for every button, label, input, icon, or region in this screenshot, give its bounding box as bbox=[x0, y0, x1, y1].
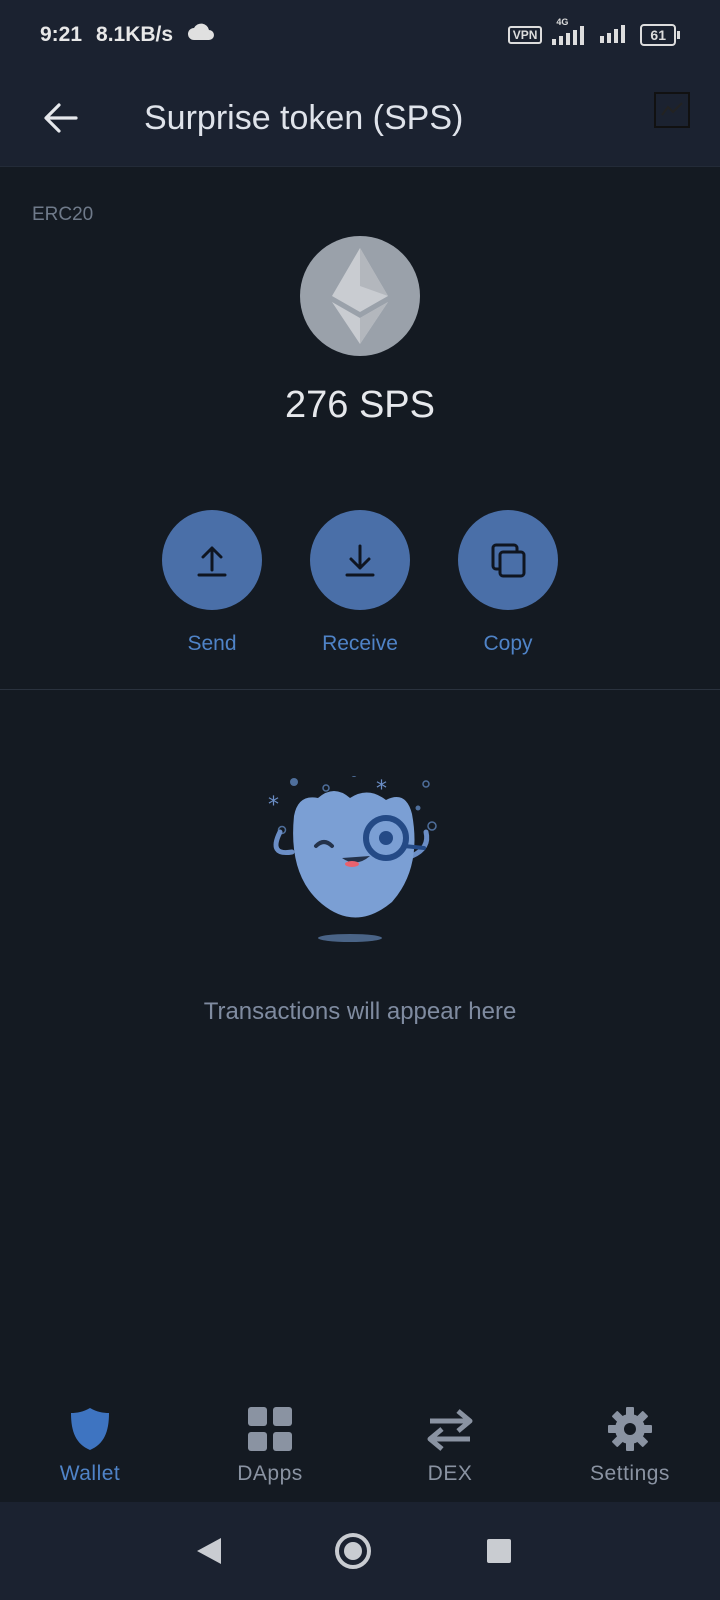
upload-icon bbox=[197, 546, 227, 577]
copy-icon bbox=[491, 543, 526, 578]
signal-icon bbox=[600, 23, 630, 48]
divider bbox=[0, 689, 720, 690]
arrow-left-icon bbox=[44, 103, 78, 133]
system-recents-button[interactable] bbox=[476, 1528, 522, 1574]
triangle-back-icon bbox=[197, 1538, 221, 1564]
nav-settings[interactable]: Settings bbox=[550, 1404, 710, 1486]
download-icon bbox=[345, 544, 375, 577]
token-standard-label: ERC20 bbox=[32, 204, 94, 225]
vpn-badge: VPN bbox=[507, 26, 543, 44]
copy-label: Copy bbox=[483, 632, 533, 655]
send-button[interactable]: Send bbox=[157, 510, 267, 656]
cloud-icon bbox=[187, 23, 215, 47]
token-balance: 276 SPS bbox=[285, 384, 435, 426]
gear-icon bbox=[608, 1407, 652, 1451]
receive-label: Receive bbox=[322, 632, 398, 655]
system-nav-bar bbox=[0, 1502, 720, 1600]
receive-button[interactable]: Receive bbox=[305, 510, 415, 656]
svg-text:*: * bbox=[268, 793, 279, 818]
circle-home-icon bbox=[335, 1533, 371, 1569]
send-label: Send bbox=[187, 632, 237, 655]
nav-wallet[interactable]: Wallet bbox=[10, 1404, 170, 1486]
network-type-label: 4G bbox=[556, 17, 569, 27]
nav-settings-label: Settings bbox=[590, 1462, 670, 1485]
system-back-button[interactable] bbox=[186, 1528, 232, 1574]
square-recents-icon bbox=[487, 1539, 511, 1563]
nav-dex-label: DEX bbox=[427, 1462, 473, 1485]
chart-line-icon bbox=[661, 102, 683, 116]
empty-state-message: Transactions will appear here bbox=[203, 998, 517, 1025]
grid-icon bbox=[248, 1407, 292, 1451]
app-bar: Surprise token (SPS) bbox=[0, 70, 720, 167]
system-home-button[interactable] bbox=[330, 1528, 376, 1574]
status-time: 9:21 bbox=[40, 23, 83, 46]
battery-icon: 61 bbox=[640, 24, 680, 46]
copy-button[interactable]: Copy bbox=[453, 510, 563, 656]
battery-level: 61 bbox=[640, 24, 676, 46]
page-title: Surprise token (SPS) bbox=[144, 99, 464, 137]
nav-dapps[interactable]: DApps bbox=[190, 1404, 350, 1486]
chart-button[interactable] bbox=[654, 92, 690, 128]
signal-4g-icon: 4G bbox=[552, 17, 590, 45]
shield-icon bbox=[71, 1408, 109, 1450]
empty-state-illustration: * * bbox=[264, 771, 454, 966]
nav-dapps-label: DApps bbox=[237, 1462, 303, 1485]
ethereum-icon bbox=[300, 236, 420, 356]
bottom-nav: Wallet DApps DEX Settings bbox=[0, 1380, 720, 1502]
back-button[interactable] bbox=[34, 92, 86, 144]
nav-dex[interactable]: DEX bbox=[370, 1404, 530, 1486]
swap-icon bbox=[427, 1409, 473, 1451]
nav-wallet-label: Wallet bbox=[59, 1462, 121, 1485]
status-bar: 9:21 8.1KB/s VPN 4G 61 bbox=[0, 0, 720, 70]
status-network-speed: 8.1KB/s bbox=[96, 23, 174, 46]
